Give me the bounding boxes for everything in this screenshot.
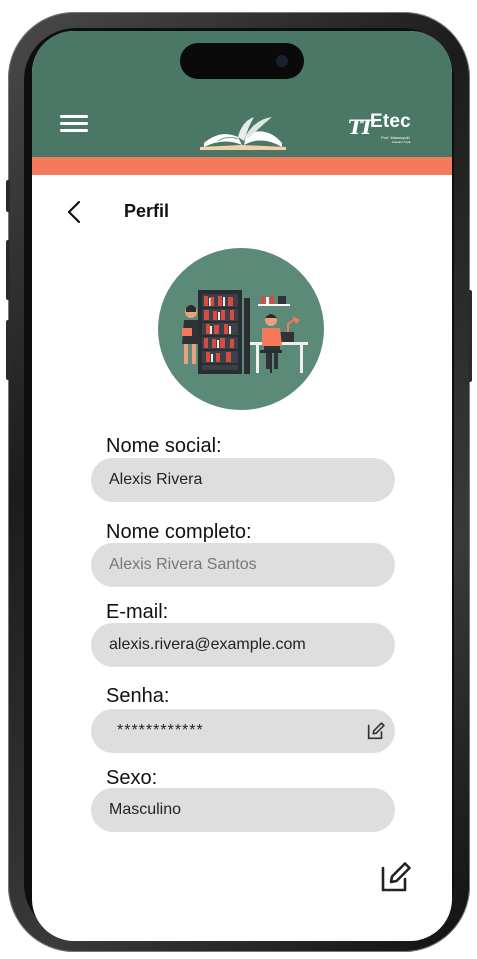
email-field[interactable]: alexis.rivera@example.com	[91, 623, 395, 667]
etec-logo: TT Etec Prof. Massuyuki Kawano Tupã	[348, 111, 430, 144]
avatar-illustration	[158, 248, 324, 410]
page-title: Perfil	[124, 201, 170, 221]
library-scene-icon	[182, 290, 308, 374]
gender-field[interactable]: Masculino	[91, 788, 395, 832]
etec-mark-icon: TT	[348, 115, 374, 139]
password-label: Senha:	[106, 685, 170, 707]
password-field[interactable]: ************	[91, 709, 395, 753]
brand-name: Etec	[370, 111, 411, 132]
header-accent-stripe	[32, 157, 452, 175]
email-value: alexis.rivera@example.com	[109, 636, 306, 653]
volume-up-button	[6, 240, 10, 300]
edit-profile-icon[interactable]	[378, 859, 414, 895]
brand-sub2: Kawano Tupã	[392, 140, 411, 144]
password-value: ************	[117, 722, 204, 739]
social-name-value: Alexis Rivera	[109, 471, 203, 488]
edit-icon[interactable]	[365, 720, 387, 742]
open-book-logo	[200, 117, 286, 150]
chevron-left-icon[interactable]	[64, 199, 86, 225]
volume-down-button	[6, 320, 10, 380]
app-screen: TT Etec Prof. Massuyuki Kawano Tupã Perf…	[32, 31, 452, 941]
full-name-field[interactable]: Alexis Rivera Santos	[91, 543, 395, 587]
action-button	[6, 180, 10, 212]
hamburger-menu-icon[interactable]	[60, 115, 92, 137]
social-name-label: Nome social:	[106, 435, 222, 457]
gender-label: Sexo:	[106, 767, 158, 789]
full-name-label: Nome completo:	[106, 521, 252, 543]
full-name-value: Alexis Rivera Santos	[109, 556, 257, 573]
email-label: E-mail:	[106, 601, 169, 623]
social-name-field[interactable]: Alexis Rivera	[91, 458, 395, 502]
app-header: TT Etec Prof. Massuyuki Kawano Tupã	[32, 31, 452, 157]
power-button	[468, 290, 472, 382]
gender-value: Masculino	[109, 801, 182, 818]
dynamic-island	[180, 43, 304, 79]
